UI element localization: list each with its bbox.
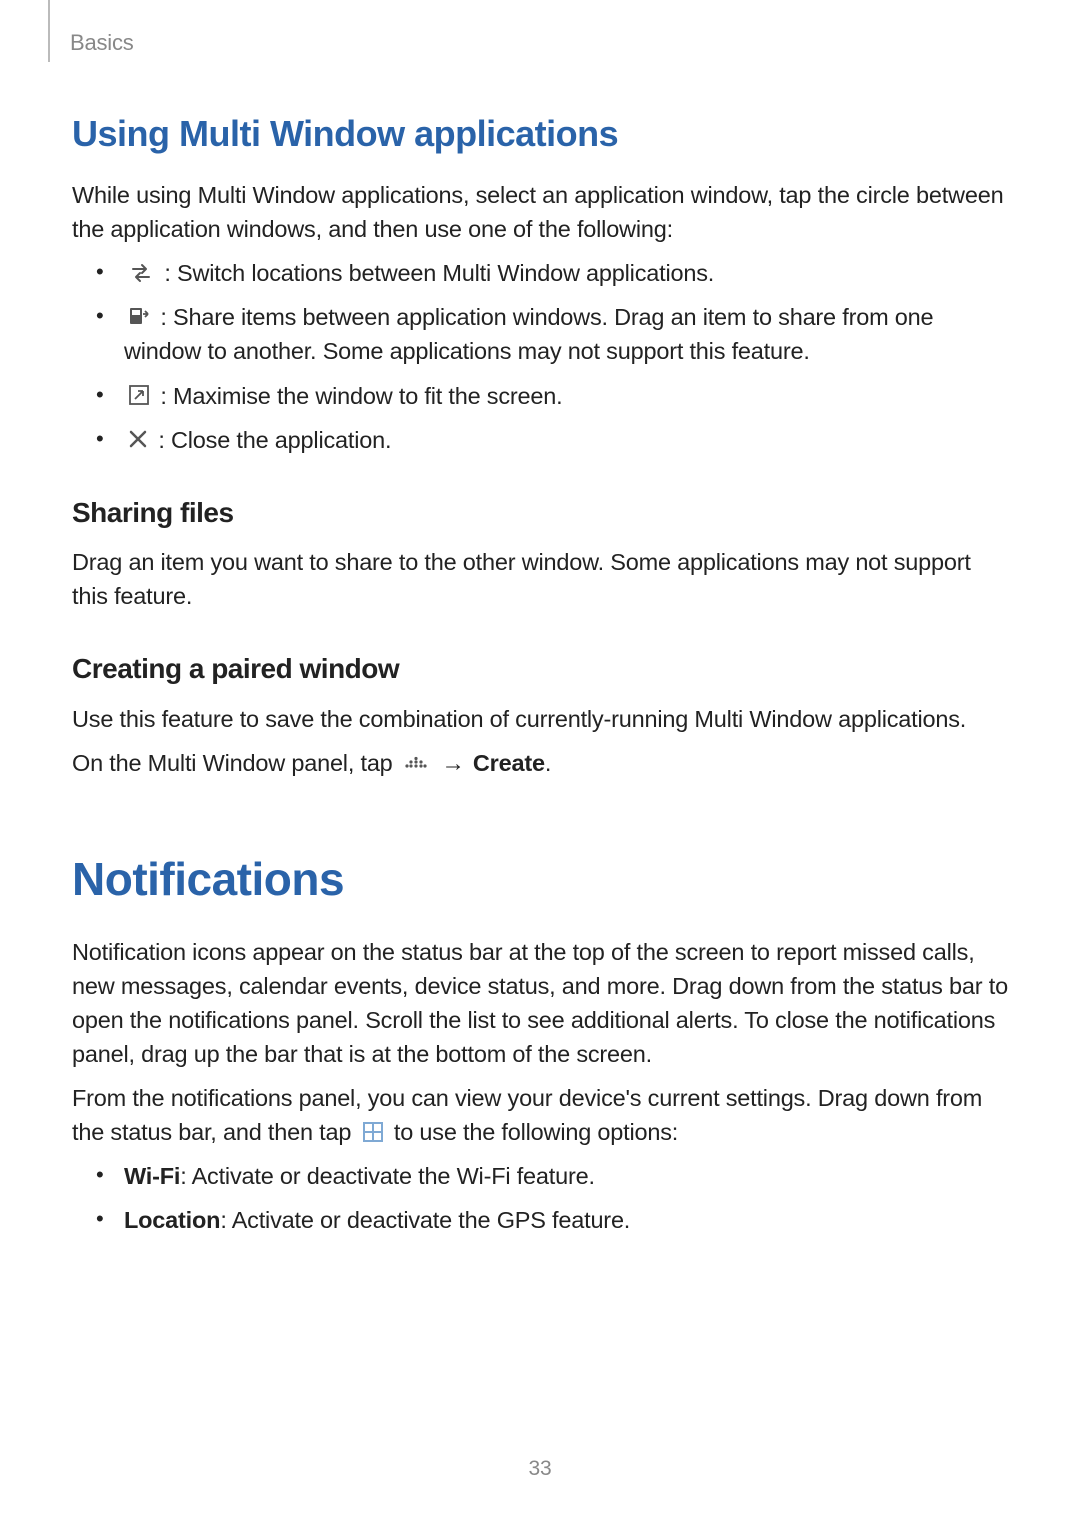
heading-using-multi-window: Using Multi Window applications (72, 108, 1008, 160)
option-text: : Activate or deactivate the GPS feature… (220, 1207, 630, 1233)
paired-p2: On the Multi Window panel, tap → Create. (72, 746, 1008, 780)
list-item-text: : Switch locations between Multi Window … (164, 260, 714, 286)
share-drag-icon (128, 306, 150, 328)
heading-sharing-files: Sharing files (72, 493, 1008, 534)
list-item: : Maximise the window to fit the screen. (96, 379, 1008, 413)
arrow-right: → (441, 750, 464, 776)
paired-p2-pre: On the Multi Window panel, tap (72, 750, 399, 776)
list-item: : Close the application. (96, 423, 1008, 457)
list-item: Wi-Fi: Activate or deactivate the Wi-Fi … (96, 1159, 1008, 1193)
page-content: Using Multi Window applications While us… (72, 108, 1008, 1247)
notifications-p2: From the notifications panel, you can vi… (72, 1081, 1008, 1149)
option-bold: Wi-Fi (124, 1163, 180, 1189)
list-item-text: : Share items between application window… (124, 304, 933, 364)
paired-p1: Use this feature to save the combination… (72, 702, 1008, 736)
header-divider (48, 0, 50, 62)
close-icon (128, 429, 148, 449)
swap-icon (128, 263, 154, 283)
maximize-icon (128, 384, 150, 406)
page-number: 33 (0, 1457, 1080, 1481)
multi-window-intro: While using Multi Window applications, s… (72, 178, 1008, 246)
list-item-text: : Close the application. (158, 427, 391, 453)
option-bold: Location (124, 1207, 220, 1233)
notifications-options-list: Wi-Fi: Activate or deactivate the Wi-Fi … (72, 1159, 1008, 1237)
create-label: Create (473, 750, 545, 776)
heading-notifications: Notifications (72, 846, 1008, 913)
multi-window-actions-list: : Switch locations between Multi Window … (72, 256, 1008, 456)
notifications-p1: Notification icons appear on the status … (72, 935, 1008, 1071)
paired-p2-post: . (545, 750, 551, 776)
list-item: Location: Activate or deactivate the GPS… (96, 1203, 1008, 1237)
option-text: : Activate or deactivate the Wi-Fi featu… (180, 1163, 595, 1189)
menu-dots-icon (403, 756, 429, 770)
notifications-p2-post: to use the following options: (388, 1119, 679, 1145)
heading-creating-paired: Creating a paired window (72, 649, 1008, 690)
list-item: : Switch locations between Multi Window … (96, 256, 1008, 290)
sharing-files-text: Drag an item you want to share to the ot… (72, 545, 1008, 613)
list-item: : Share items between application window… (96, 300, 1008, 368)
page-header: Basics (48, 0, 134, 62)
section-label: Basics (70, 30, 134, 56)
list-item-text: : Maximise the window to fit the screen. (160, 383, 562, 409)
quick-settings-grid-icon (362, 1121, 384, 1143)
